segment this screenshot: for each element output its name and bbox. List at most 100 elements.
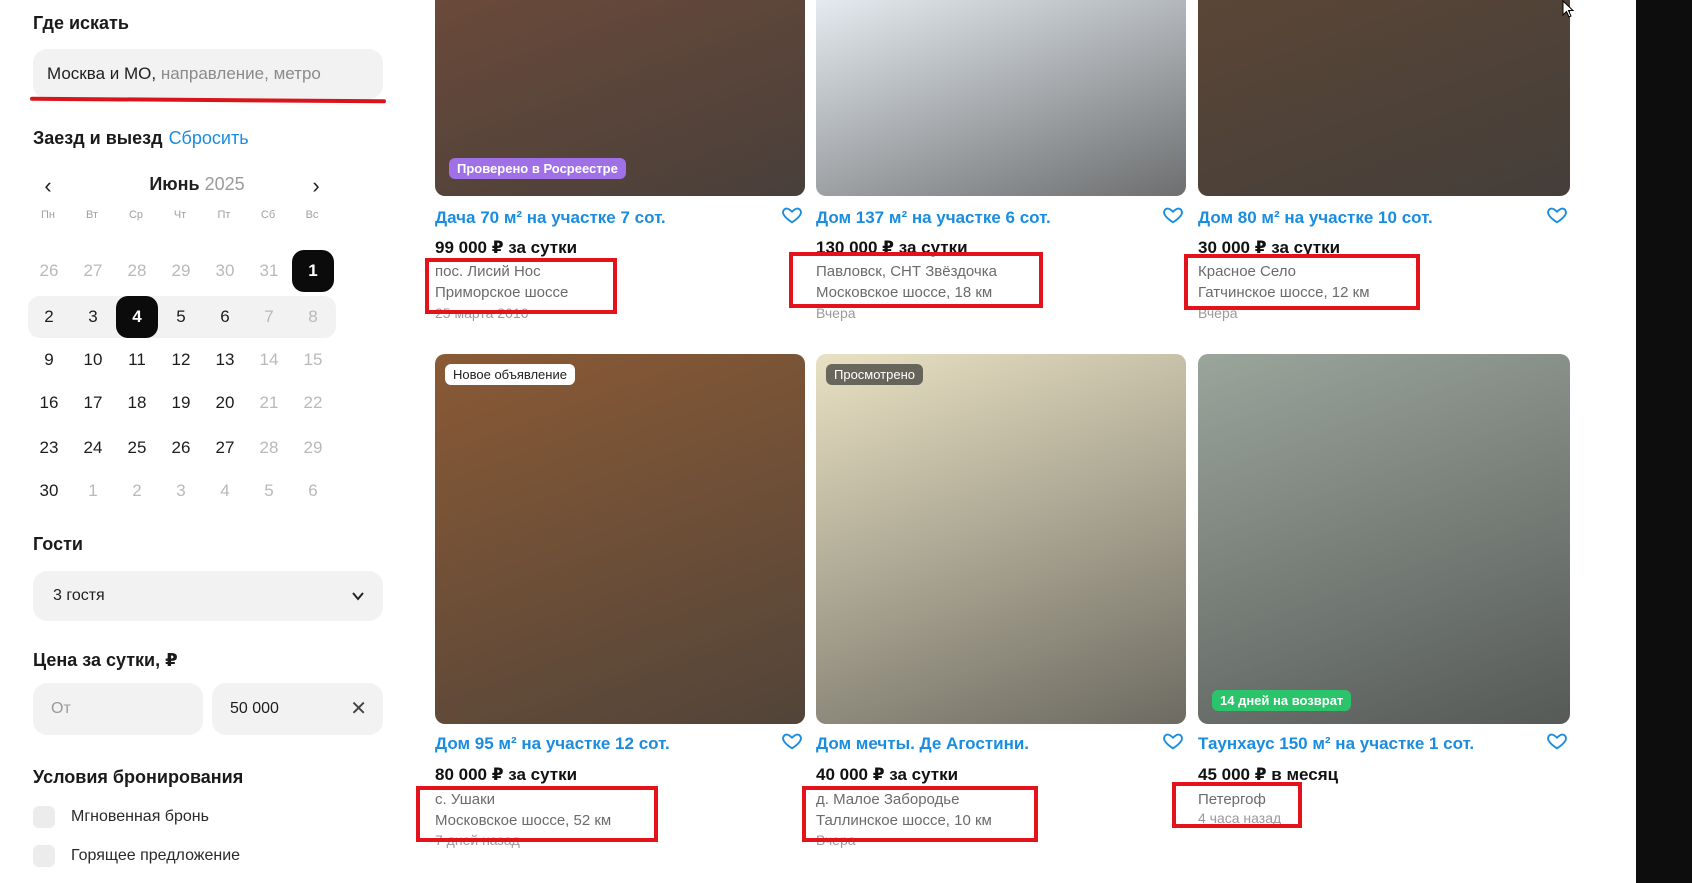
calendar-day[interactable]: 12 — [160, 339, 202, 381]
listing-photo[interactable] — [816, 0, 1186, 196]
heart-icon[interactable] — [1546, 204, 1568, 226]
calendar-day[interactable]: 4 — [204, 470, 246, 512]
calendar-day[interactable]: 6 — [204, 296, 246, 338]
calendar-day[interactable]: 29 — [292, 427, 334, 469]
calendar-day[interactable]: 25 — [116, 427, 158, 469]
calendar-day[interactable]: 29 — [160, 250, 202, 292]
clear-icon[interactable]: ✕ — [350, 683, 367, 735]
calendar-day[interactable]: 3 — [160, 470, 202, 512]
chevron-down-icon — [351, 571, 365, 641]
listing-title[interactable]: Дом 137 м² на участке 6 сот. — [816, 208, 1051, 228]
calendar-day[interactable]: 26 — [160, 427, 202, 469]
price-to-input[interactable]: 50 000 ✕ — [212, 683, 383, 735]
red-highlight-annotation — [425, 258, 617, 314]
conditions-label: Условия бронирования — [33, 767, 244, 787]
listing-title[interactable]: Таунхаус 150 м² на участке 1 сот. — [1198, 734, 1474, 754]
listing-photo[interactable] — [435, 354, 805, 724]
listing-title[interactable]: Дача 70 м² на участке 7 сот. — [435, 208, 666, 228]
calendar-day[interactable]: 22 — [292, 382, 334, 424]
listing-price: 40 000 ₽ за сутки — [816, 765, 959, 784]
listing-price: 80 000 ₽ за сутки — [435, 765, 578, 784]
calendar-day[interactable]: 15 — [292, 339, 334, 381]
dates-label-text: Заезд и выезд — [33, 128, 163, 148]
calendar-day[interactable]: 19 — [160, 382, 202, 424]
calendar-day[interactable]: 23 — [28, 427, 70, 469]
calendar-day[interactable]: 7 — [248, 296, 290, 338]
calendar-day[interactable]: 2 — [116, 470, 158, 512]
weekday-label: Ср — [128, 209, 144, 221]
calendar-day[interactable]: 1 — [72, 470, 114, 512]
listing-title[interactable]: Дом мечты. Де Агостини. — [816, 734, 1029, 754]
listing-title[interactable]: Дом 95 м² на участке 12 сот. — [435, 734, 670, 754]
weekday-label: Пт — [217, 209, 231, 221]
calendar-day[interactable]: 21 — [248, 382, 290, 424]
listing-title[interactable]: Дом 80 м² на участке 10 сот. — [1198, 208, 1433, 228]
calendar-day[interactable]: 30 — [204, 250, 246, 292]
calendar-day[interactable]: 8 — [292, 296, 334, 338]
calendar-day[interactable]: 4 — [116, 296, 158, 338]
calendar-day[interactable]: 24 — [72, 427, 114, 469]
listing-photo[interactable] — [816, 354, 1186, 724]
photo-badge: Проверено в Росреестре — [449, 158, 626, 179]
calendar-day[interactable]: 16 — [28, 382, 70, 424]
calendar-day[interactable]: 9 — [28, 339, 70, 381]
calendar-day[interactable]: 18 — [116, 382, 158, 424]
search-placeholder: направление, метро — [156, 64, 321, 83]
calendar-day[interactable]: 31 — [248, 250, 290, 292]
calendar-day[interactable]: 26 — [28, 250, 70, 292]
guests-value: 3 гостя — [53, 587, 105, 604]
heart-icon[interactable] — [1162, 204, 1184, 226]
heart-icon[interactable] — [1546, 730, 1568, 752]
heart-icon[interactable] — [781, 730, 803, 752]
calendar-day[interactable]: 3 — [72, 296, 114, 338]
calendar-day[interactable]: 6 — [292, 470, 334, 512]
screen-edge-bar — [1636, 0, 1692, 883]
price-to-value: 50 000 — [230, 700, 279, 717]
calendar-day[interactable]: 10 — [72, 339, 114, 381]
calendar-day[interactable]: 30 — [28, 470, 70, 512]
guests-label: Гости — [33, 534, 83, 554]
calendar-day[interactable]: 27 — [72, 250, 114, 292]
guests-select[interactable]: 3 гостя — [33, 571, 383, 621]
calendar-month: Июнь — [149, 174, 200, 194]
dates-label: Заезд и выезд Сбросить — [33, 128, 249, 149]
location-search-input[interactable]: Москва и МО, направление, метро — [33, 49, 383, 99]
weekday-label: Вт — [85, 209, 98, 221]
calendar-day[interactable]: 28 — [116, 250, 158, 292]
calendar-day[interactable]: 2 — [28, 296, 70, 338]
instant-booking-checkbox[interactable] — [33, 806, 55, 828]
mouse-cursor-icon — [1562, 0, 1575, 18]
weekday-label: Вс — [305, 209, 319, 221]
instant-booking-label: Мгновенная бронь — [71, 808, 209, 825]
calendar-day[interactable]: 5 — [248, 470, 290, 512]
reset-dates-link[interactable]: Сбросить — [169, 128, 249, 148]
calendar-month-title: Июнь 2025 — [122, 174, 272, 195]
photo-badge: Просмотрено — [826, 364, 924, 385]
red-highlight-annotation — [802, 786, 1038, 842]
filters-sidebar: Где искать Москва и МО, направление, мет… — [0, 0, 410, 883]
calendar-day[interactable]: 11 — [116, 339, 158, 381]
listing-photo[interactable] — [1198, 0, 1570, 196]
weekday-label: Пн — [41, 209, 55, 221]
hot-offer-label: Горящее предложение — [71, 847, 241, 864]
listing-photo[interactable] — [1198, 354, 1570, 724]
red-highlight-annotation — [1184, 254, 1420, 310]
calendar-day[interactable]: 20 — [204, 382, 246, 424]
heart-icon[interactable] — [1162, 730, 1184, 752]
chevron-right-icon[interactable]: › — [304, 172, 328, 200]
price-from-input[interactable]: От — [33, 683, 203, 735]
heart-icon[interactable] — [781, 204, 803, 226]
calendar-day[interactable]: 5 — [160, 296, 202, 338]
calendar-day[interactable]: 17 — [72, 382, 114, 424]
red-highlight-annotation — [789, 252, 1043, 308]
hot-offer-checkbox[interactable] — [33, 845, 55, 867]
calendar-day[interactable]: 13 — [204, 339, 246, 381]
photo-badge: 14 дней на возврат — [1212, 690, 1352, 711]
price-label: Цена за сутки, ₽ — [33, 650, 178, 670]
calendar-day[interactable]: 28 — [248, 427, 290, 469]
calendar-day[interactable]: 14 — [248, 339, 290, 381]
calendar-day[interactable]: 27 — [204, 427, 246, 469]
chevron-left-icon[interactable]: ‹ — [36, 172, 60, 200]
weekday-label: Чт — [173, 209, 187, 221]
calendar-day[interactable]: 1 — [292, 250, 334, 292]
